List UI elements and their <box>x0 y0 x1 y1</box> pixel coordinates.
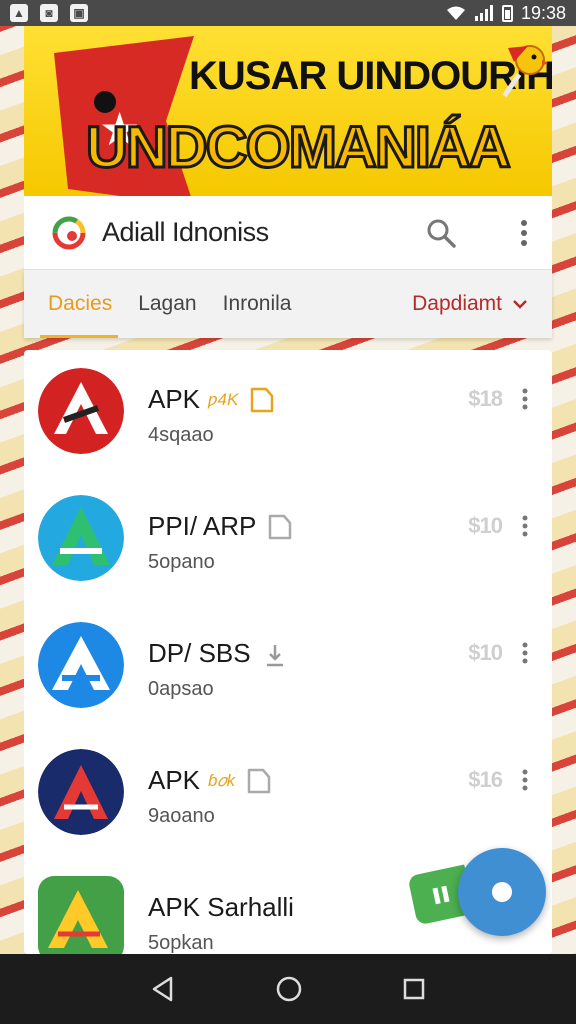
navigation-bar <box>0 954 576 1024</box>
app-name-text: APK <box>148 384 201 414</box>
home-icon[interactable] <box>276 976 302 1002</box>
app-subtitle: 5opano <box>148 551 215 573</box>
blue-app-icon <box>38 622 124 708</box>
file-badge-icon <box>251 387 274 412</box>
app-name: APK Sarhalli <box>148 892 294 923</box>
photo-icon: ◙ <box>40 4 58 22</box>
battery-icon <box>501 4 513 22</box>
red-app-icon <box>38 368 124 454</box>
list-item[interactable]: PPI/ ARP 5opano $10 <box>24 477 552 604</box>
floating-action-button[interactable] <box>458 848 546 936</box>
image-icon: ▲ <box>10 4 28 22</box>
more-vertical-icon[interactable] <box>520 219 528 247</box>
wifi-icon <box>446 6 465 20</box>
app-tag: ƿ4K <box>208 389 239 409</box>
app-price: $10 <box>468 640 503 665</box>
app-logo-icon <box>52 216 86 249</box>
tab-dacies[interactable]: Dacies <box>39 270 119 338</box>
tab-inronila[interactable]: Inronila <box>223 270 292 338</box>
list-item[interactable]: DP/ SBS 0apsao $10 <box>24 604 552 731</box>
signal-icon <box>474 5 493 21</box>
app-subtitle: 5opkan <box>148 932 214 954</box>
category-dropdown[interactable]: Dapdiamt <box>412 292 528 316</box>
file-badge-icon <box>247 768 271 793</box>
back-icon[interactable] <box>151 976 175 1002</box>
tab-bar: Dacies Lagan Inronila Dapdiamt <box>24 270 552 338</box>
chevron-down-icon <box>513 300 527 309</box>
app-name-text: APK Sarhalli <box>148 892 294 922</box>
app-name-text: PPI/ ARP <box>148 511 257 541</box>
app-name: APK ɓ𝑜k <box>148 765 271 796</box>
file-badge-icon <box>269 514 292 539</box>
green-app-icon <box>38 876 124 954</box>
app-tag: ɓ𝑜k <box>208 770 236 790</box>
app-price: $18 <box>468 386 503 411</box>
chick-mascot-icon <box>502 45 548 98</box>
more-vertical-icon[interactable] <box>522 388 528 410</box>
app-price: $16 <box>468 767 503 792</box>
app-name: DP/ SBS <box>148 638 287 669</box>
app-subtitle: 9aoano <box>148 805 215 827</box>
more-vertical-icon[interactable] <box>522 642 528 664</box>
status-bar: ▲ ◙ ▣ 19:38 <box>0 0 576 26</box>
clock: 19:38 <box>520 2 566 23</box>
banner-headline: KUSAR UINDOURIH <box>189 54 552 98</box>
app-name: APK ƿ4K <box>148 384 274 415</box>
app-subtitle: 4sqaao <box>148 424 214 446</box>
download-badge-icon <box>266 644 283 666</box>
navy-app-icon <box>38 749 124 835</box>
search-icon[interactable] <box>426 218 456 248</box>
app-name-text: APK <box>148 765 201 795</box>
app-name: PPI/ ARP <box>148 511 292 542</box>
more-vertical-icon[interactable] <box>522 515 528 537</box>
app-price: $10 <box>468 513 503 538</box>
dropdown-label: Dapdiamt <box>412 292 502 315</box>
app-bar: Adiall Idnoniss <box>24 196 552 270</box>
app-name-text: DP/ SBS <box>148 638 251 668</box>
list-item[interactable]: APK ƿ4K 4sqaao $18 <box>24 350 552 477</box>
tab-lagan[interactable]: Lagan <box>138 270 196 338</box>
app-title: Adiall Idnoniss <box>102 217 269 247</box>
promo-banner[interactable]: ★ KUSAR UINDOURIH UNDCOMANIÁA <box>24 26 552 196</box>
recents-icon[interactable] <box>403 978 425 1000</box>
banner-title: UNDCOMANIÁA <box>85 114 513 182</box>
app-subtitle: 0apsao <box>148 678 214 700</box>
more-vertical-icon[interactable] <box>522 769 528 791</box>
teal-app-icon <box>38 495 124 581</box>
record-icon <box>492 882 512 902</box>
list-item[interactable]: APK ɓ𝑜k 9aoano $16 <box>24 731 552 858</box>
gallery-icon: ▣ <box>70 4 88 22</box>
